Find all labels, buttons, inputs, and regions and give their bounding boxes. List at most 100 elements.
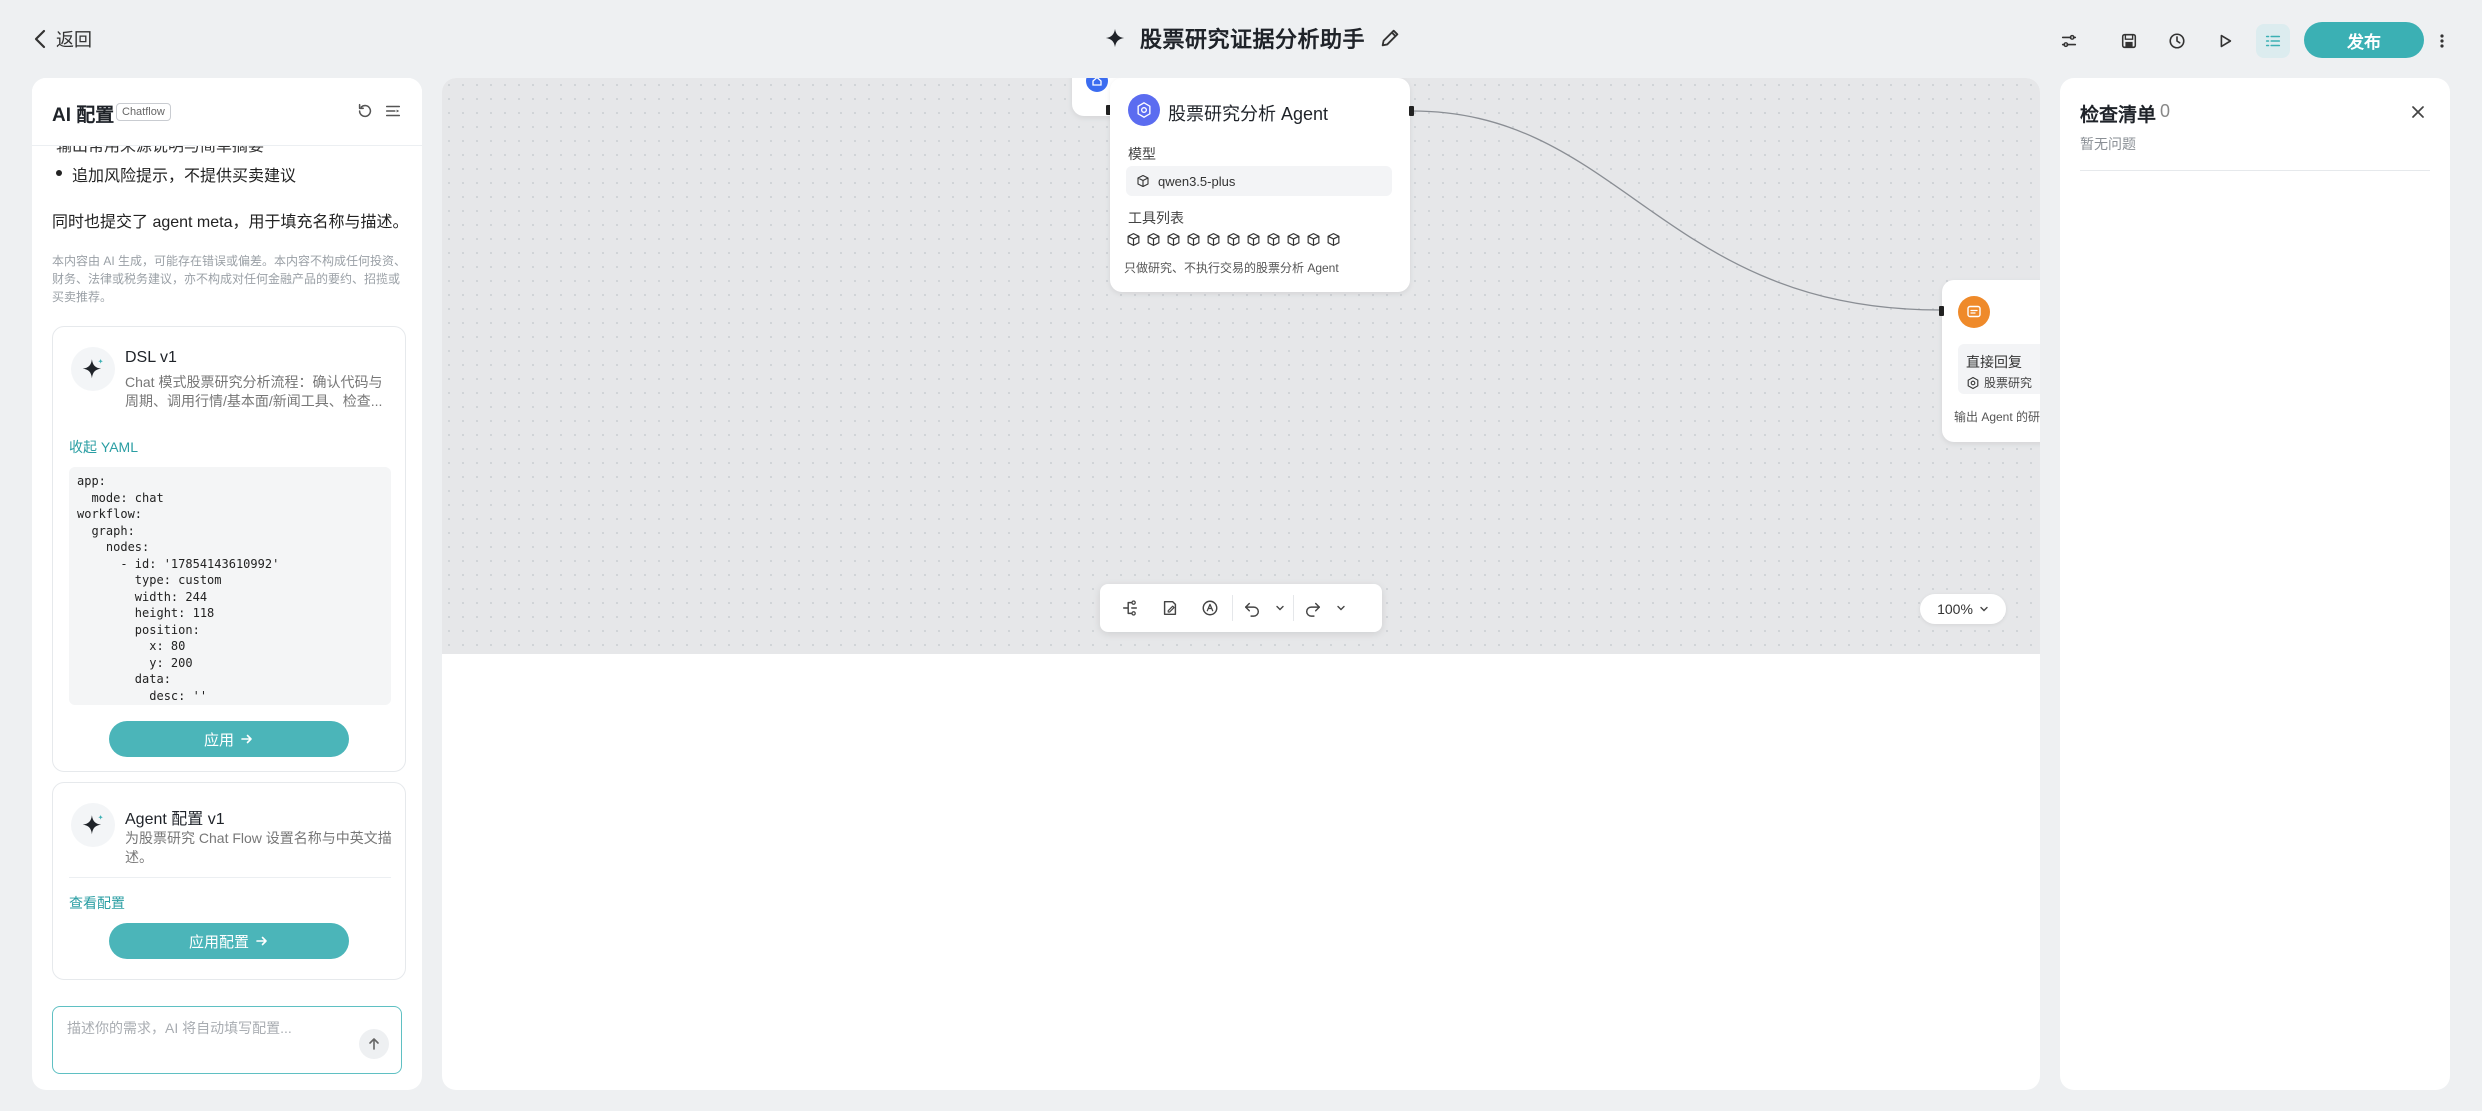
reset-icon[interactable] — [354, 100, 376, 122]
workflow-canvas[interactable]: 股票研究分析 Agent 模型 qwen3.5-plus 工具列表 只做研究、不… — [442, 78, 2040, 654]
undo-dropdown[interactable] — [1269, 588, 1291, 628]
sliders-icon — [2060, 32, 2078, 50]
reply-node-title: 直接回复 — [1966, 354, 2022, 370]
toolbar-divider — [1232, 595, 1233, 621]
back-button[interactable]: 返回 — [34, 26, 92, 52]
save-button[interactable] — [2112, 24, 2146, 58]
edit-pencil-icon[interactable] — [1379, 27, 1401, 49]
apply-config-button[interactable]: 应用配置 — [109, 923, 349, 959]
tool-cube-icon[interactable] — [1186, 232, 1201, 247]
publish-button[interactable]: 发布 — [2304, 22, 2424, 58]
checklist-button[interactable] — [2256, 24, 2290, 58]
sparkle-icon — [71, 803, 115, 847]
agent-node-desc: 只做研究、不执行交易的股票分析 Agent — [1124, 261, 1339, 275]
app-title-area: 股票研究证据分析助手 — [1104, 22, 1401, 54]
model-selector[interactable]: qwen3.5-plus — [1126, 166, 1392, 196]
menu-list-icon[interactable] — [382, 100, 404, 122]
flow-tree-icon — [1121, 599, 1139, 617]
chevron-left-icon — [34, 29, 46, 49]
view-config-link[interactable]: 查看配置 — [69, 893, 125, 913]
empty-state-text: 暂无问题 — [2080, 136, 2136, 152]
reply-variable-ref: 股票研究 — [1966, 374, 2032, 391]
tool-cube-icon[interactable] — [1166, 232, 1181, 247]
yaml-code-block[interactable]: app: mode: chat workflow: graph: nodes: … — [69, 467, 391, 705]
send-button[interactable] — [359, 1029, 389, 1059]
history-button[interactable] — [2160, 24, 2194, 58]
agent-node[interactable]: 股票研究分析 Agent 模型 qwen3.5-plus 工具列表 只做研究、不… — [1110, 78, 1410, 292]
more-vertical-icon — [2439, 32, 2445, 50]
reply-node-desc: 输出 Agent 的研 — [1954, 410, 2040, 424]
list-check-icon — [2264, 32, 2282, 50]
zoom-value: 100% — [1937, 601, 1973, 617]
ai-prompt-input[interactable] — [65, 1019, 355, 1037]
toolbar-divider — [1293, 595, 1294, 621]
apply-label: 应用 — [203, 731, 234, 749]
tool-cube-icon[interactable] — [1306, 232, 1321, 247]
model-value: qwen3.5-plus — [1158, 173, 1236, 189]
tools-label: 工具列表 — [1128, 210, 1184, 226]
tool-cube-icon[interactable] — [1266, 232, 1281, 247]
collapse-yaml-link[interactable]: 收起 YAML — [69, 437, 138, 457]
zoom-selector[interactable]: 100% — [1920, 594, 2006, 624]
tool-cube-icon[interactable] — [1326, 232, 1341, 247]
chatflow-badge: Chatflow — [116, 103, 171, 121]
redo-button[interactable] — [1296, 588, 1330, 628]
run-button[interactable] — [2208, 24, 2242, 58]
reply-ref-text: 股票研究 — [1984, 376, 2033, 390]
tool-cube-icon[interactable] — [1286, 232, 1301, 247]
clock-icon — [2168, 32, 2186, 50]
canvas-toolbar — [1100, 584, 1382, 632]
checklist-title: 检查清单 — [2080, 105, 2157, 126]
sparkle-icon — [1104, 27, 1126, 49]
undo-button[interactable] — [1235, 588, 1269, 628]
reply-content-box: 直接回复 股票研究 — [1958, 344, 2040, 394]
sparkle-icon — [71, 347, 115, 391]
arrow-up-icon — [367, 1037, 381, 1051]
close-icon[interactable] — [2406, 100, 2430, 124]
chevron-down-icon — [1275, 603, 1285, 613]
agent-card-desc: 为股票研究 Chat Flow 设置名称与中英文描述。 — [125, 830, 392, 865]
tool-cube-icon[interactable] — [1226, 232, 1241, 247]
home-icon — [1086, 78, 1108, 92]
cube-icon — [1136, 174, 1150, 188]
ai-config-panel: AI 配置 Chatflow 输出常用来源说明与简单摘要 追加风险提示，不提供买… — [32, 78, 422, 1090]
page-title: 股票研究证据分析助手 — [1140, 27, 1366, 52]
tool-cube-icon[interactable] — [1146, 232, 1161, 247]
direct-reply-node[interactable]: 直接回复 股票研究 输出 Agent 的研 — [1942, 280, 2040, 442]
divider — [2080, 170, 2430, 171]
agent-node-title: 股票研究分析 Agent — [1168, 104, 1329, 124]
tool-cube-icon[interactable] — [1126, 232, 1141, 247]
node-handle[interactable] — [1939, 306, 1944, 316]
tool-cube-icon[interactable] — [1206, 232, 1221, 247]
settings-sliders-button[interactable] — [2052, 24, 2086, 58]
node-handle[interactable] — [1409, 106, 1414, 116]
apply-dsl-button[interactable]: 应用 — [109, 721, 349, 757]
redo-dropdown[interactable] — [1330, 588, 1352, 628]
auto-layout-button[interactable] — [1190, 588, 1230, 628]
message-paragraph: 同时也提交了 agent meta，用于填充名称与描述。 — [52, 214, 409, 231]
arrow-right-icon — [255, 934, 269, 948]
message-icon — [1958, 296, 1990, 328]
add-node-button[interactable] — [1110, 588, 1150, 628]
panel-header: AI 配置 Chatflow — [32, 78, 422, 146]
bullet-text: 追加风险提示，不提供买卖建议 — [72, 168, 297, 185]
tool-cube-icon[interactable] — [1246, 232, 1261, 247]
undo-icon — [1243, 599, 1261, 617]
chat-history[interactable]: 输出常用来源说明与简单摘要 追加风险提示，不提供买卖建议 同时也提交了 agen… — [32, 132, 422, 1002]
add-note-button[interactable] — [1150, 588, 1190, 628]
arrow-right-icon — [240, 732, 254, 746]
agent-config-card: Agent 配置 v1 为股票研究 Chat Flow 设置名称与中英文描述。 … — [52, 782, 406, 980]
note-icon — [1161, 599, 1179, 617]
more-menu-button[interactable] — [2426, 24, 2458, 58]
apply-config-label: 应用配置 — [188, 933, 249, 951]
back-label: 返回 — [56, 30, 92, 50]
redo-icon — [1304, 599, 1322, 617]
bullet-dot — [56, 170, 62, 176]
checklist-panel: 检查清单 0 暂无问题 — [2060, 78, 2450, 1090]
agent-gear-icon — [1966, 376, 1980, 390]
save-icon — [2120, 32, 2138, 50]
panel-title: AI 配置 — [52, 105, 115, 126]
dsl-card-title: DSL v1 — [125, 349, 177, 366]
card-divider — [69, 877, 391, 878]
list-item: 追加风险提示，不提供买卖建议 — [56, 162, 296, 186]
